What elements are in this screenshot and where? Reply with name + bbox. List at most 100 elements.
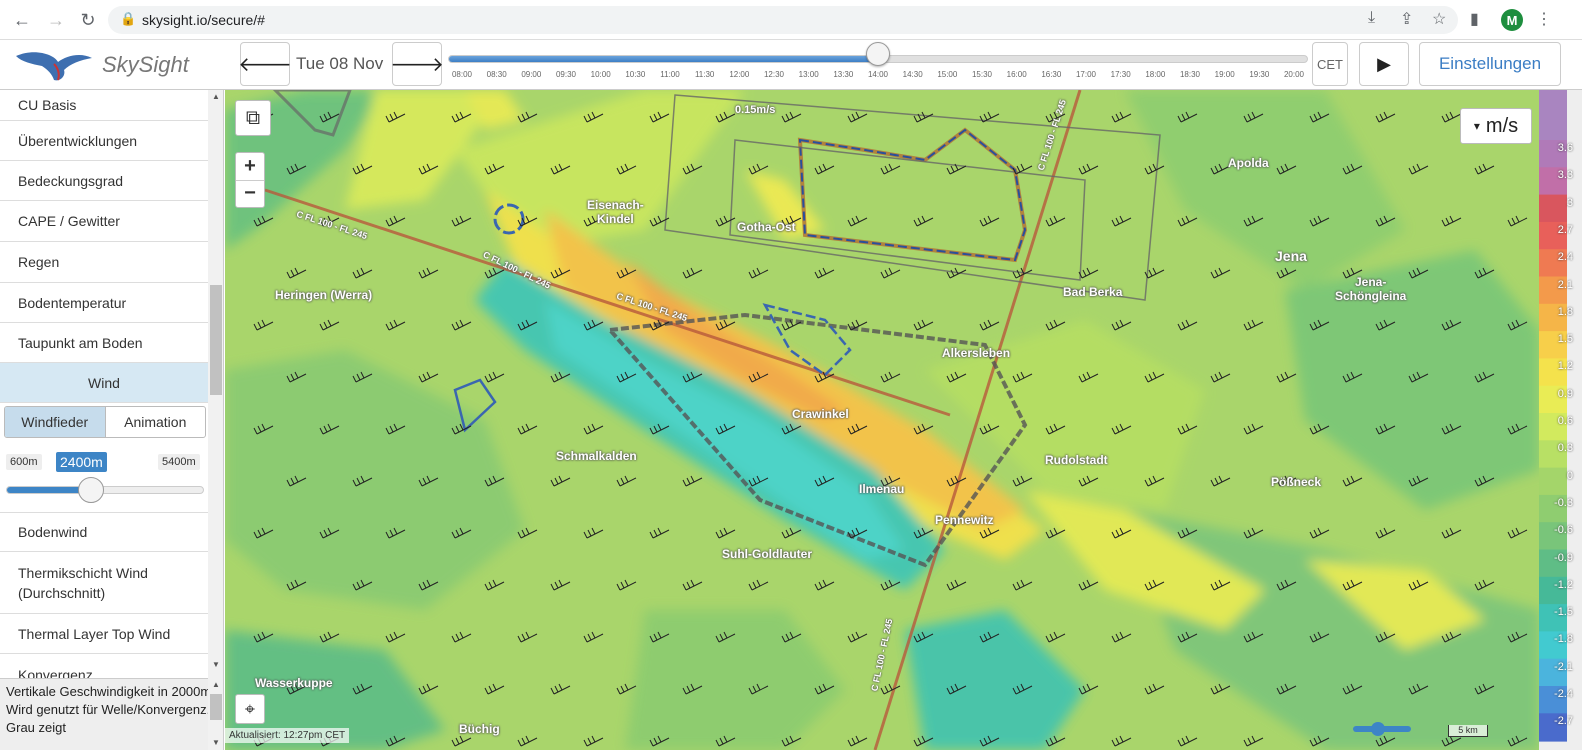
locate-icon[interactable]: ⌖ bbox=[235, 694, 265, 724]
desc-scroll-up-icon[interactable]: ▲ bbox=[212, 680, 220, 689]
legend-label: -2.4 bbox=[1554, 688, 1573, 700]
layer-description: Vertikale Geschwindigkeit in 2000m. Wird… bbox=[0, 678, 223, 750]
value-label: 0.15m/s bbox=[735, 104, 776, 116]
place-label: Ilmenau bbox=[859, 482, 905, 496]
place-label: Gotha-Ost bbox=[737, 220, 796, 234]
sidebar-scrollbar[interactable]: ▲ ▼ bbox=[208, 90, 223, 750]
time-slider-handle[interactable] bbox=[866, 42, 890, 66]
time-tick: 09:00 bbox=[521, 70, 542, 79]
time-tick: 08:00 bbox=[451, 70, 473, 79]
legend-label: -1.2 bbox=[1554, 578, 1573, 591]
time-tick: 10:30 bbox=[625, 70, 646, 79]
sidebar-item-taupunkt[interactable]: Taupunkt am Boden bbox=[0, 323, 208, 363]
altitude-slider[interactable] bbox=[6, 477, 204, 503]
scroll-down-icon[interactable]: ▼ bbox=[212, 660, 220, 669]
time-tick: 13:30 bbox=[833, 70, 854, 79]
sidebar-item-bodentemperatur[interactable]: Bodentemperatur bbox=[0, 283, 208, 323]
settings-button[interactable]: Einstellungen bbox=[1419, 42, 1561, 86]
zoom-control: + − bbox=[235, 152, 265, 208]
opacity-slider[interactable] bbox=[1353, 722, 1411, 736]
back-arrow-icon[interactable]: ← bbox=[10, 8, 34, 32]
unit-label: m/s bbox=[1485, 114, 1519, 137]
legend-label: 2.4 bbox=[1557, 251, 1573, 264]
bookmark-star-icon[interactable]: ☆ bbox=[1432, 9, 1446, 29]
opacity-slider-handle[interactable] bbox=[1371, 722, 1385, 736]
scale-bar: 5 km bbox=[1448, 725, 1488, 737]
legend-label: 3.6 bbox=[1557, 142, 1573, 154]
legend-label: -0.6 bbox=[1554, 524, 1573, 537]
unit-selector[interactable]: ▾ m/s bbox=[1460, 108, 1532, 144]
time-tick: 13:00 bbox=[798, 70, 819, 79]
place-label: Apolda bbox=[1228, 156, 1269, 170]
play-button[interactable]: ▶ bbox=[1359, 42, 1409, 86]
description-scrollbar[interactable]: ▲ ▼ bbox=[208, 678, 223, 750]
tab-windfieder[interactable]: Windfieder bbox=[5, 407, 106, 437]
install-icon[interactable]: ⤓ bbox=[1368, 9, 1375, 27]
time-tick: 15:00 bbox=[937, 70, 958, 79]
time-tick: 16:30 bbox=[1041, 70, 1062, 79]
eagle-logo-icon bbox=[16, 52, 92, 81]
time-tick: 09:30 bbox=[555, 70, 577, 79]
place-label: Alkersleben bbox=[942, 346, 1011, 360]
sidebar-item-regen[interactable]: Regen bbox=[0, 242, 208, 283]
address-bar[interactable]: 🔒 skysight.io/secure/# bbox=[108, 6, 1458, 34]
description-scrollbar-thumb[interactable] bbox=[210, 694, 222, 720]
time-tick: 17:30 bbox=[1110, 70, 1131, 79]
legend-label: -0.9 bbox=[1554, 551, 1573, 564]
sidebar-item-cape[interactable]: CAPE / Gewitter bbox=[0, 201, 208, 242]
tab-animation[interactable]: Animation bbox=[106, 407, 206, 437]
time-tick: 14:30 bbox=[902, 70, 923, 79]
time-ticks: 08:00 08:30 09:00 09:30 10:00 10:30 11:00 11:30… bbox=[448, 70, 1308, 82]
browser-toolbar: ← → ↻ 🔒 skysight.io/secure/# ⤓ ⇪ ☆ ▮ M ⋮ bbox=[0, 0, 1582, 40]
legend-label: 1.8 bbox=[1557, 305, 1573, 318]
sidebar-scrollbar-thumb[interactable] bbox=[210, 285, 222, 395]
sidebar-item-thermal-layer-top-wind[interactable]: Thermal Layer Top Wind bbox=[0, 614, 208, 654]
legend-label: 0.3 bbox=[1557, 442, 1573, 455]
reload-icon[interactable]: ↻ bbox=[76, 8, 100, 32]
sidebar-item-thermikschicht-wind[interactable]: Thermikschicht Wind (Durchschnitt) bbox=[0, 552, 208, 614]
map-view[interactable]: ⧉ + − ⌖ ▾ m/s Eisenach- Kindel Gotha-Ost … bbox=[225, 90, 1539, 750]
altitude-slider-handle[interactable] bbox=[78, 477, 105, 503]
legend-label: 3 bbox=[1566, 196, 1573, 209]
sidebar-item-bodenwind[interactable]: Bodenwind bbox=[0, 512, 208, 552]
sidebar-item-ueberentwicklungen[interactable]: Überentwicklungen bbox=[0, 121, 208, 161]
place-label: Bad Berka bbox=[1063, 285, 1123, 299]
time-tick: 15:30 bbox=[971, 70, 993, 79]
zoom-in-button[interactable]: + bbox=[244, 153, 256, 180]
place-label: Eisenach- Kindel bbox=[587, 198, 644, 226]
time-tick: 18:00 bbox=[1145, 70, 1166, 79]
place-label: Suhl-Goldlauter bbox=[722, 547, 812, 561]
prev-day-button[interactable]: 🡐 bbox=[238, 42, 292, 86]
sidebar: CU Basis Überentwicklungen Bedeckungsgra… bbox=[0, 90, 224, 750]
profile-avatar[interactable]: M bbox=[1501, 9, 1523, 31]
brand-name: SkySight bbox=[102, 52, 189, 77]
sidebar-item-cu-basis[interactable]: CU Basis bbox=[0, 90, 208, 121]
place-label: Pennewitz bbox=[935, 513, 994, 527]
date-label: Tue 08 Nov bbox=[296, 54, 384, 73]
sidebar-item-bedeckungsgrad[interactable]: Bedeckungsgrad bbox=[0, 161, 208, 201]
scroll-up-icon[interactable]: ▲ bbox=[212, 92, 220, 101]
side-panel-icon[interactable]: ▮ bbox=[1470, 9, 1479, 29]
place-label: Rudolstadt bbox=[1045, 453, 1108, 467]
desc-scroll-down-icon[interactable]: ▼ bbox=[212, 738, 220, 747]
place-label: Jena- Schöngleina bbox=[1335, 275, 1407, 303]
time-tick: 11:00 bbox=[660, 70, 680, 79]
next-day-button[interactable]: 🡒 bbox=[390, 42, 444, 86]
sidebar-item-wind[interactable]: Wind bbox=[0, 363, 208, 403]
time-slider[interactable]: 08:00 08:30 09:00 09:30 10:00 10:30 11:00 11:30… bbox=[448, 42, 1308, 84]
time-tick: 20:00 bbox=[1283, 70, 1305, 79]
time-tick: 17:00 bbox=[1075, 70, 1097, 79]
share-icon[interactable]: ⇪ bbox=[1400, 9, 1413, 29]
legend-label: 2.7 bbox=[1557, 223, 1573, 236]
place-label: Jena bbox=[1275, 248, 1307, 264]
time-tick: 19:00 bbox=[1214, 70, 1235, 79]
zoom-out-button[interactable]: − bbox=[236, 179, 264, 207]
lock-icon: 🔒 bbox=[120, 11, 137, 26]
time-tick: 12:30 bbox=[763, 70, 785, 79]
layers-icon[interactable]: ⧉ bbox=[235, 100, 271, 136]
forward-arrow-icon[interactable]: → bbox=[44, 8, 68, 32]
menu-dots-icon[interactable]: ⋮ bbox=[1536, 9, 1552, 29]
legend-label: -2.7 bbox=[1554, 715, 1573, 728]
time-tick: 19:30 bbox=[1249, 70, 1270, 79]
timezone-button[interactable]: CET bbox=[1312, 42, 1348, 86]
